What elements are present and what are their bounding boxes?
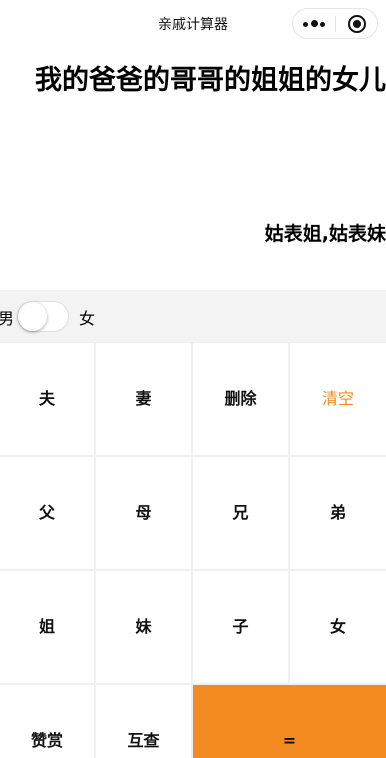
key-wife[interactable]: 妻 <box>96 343 191 455</box>
key-son[interactable]: 子 <box>193 571 288 683</box>
capsule-menu <box>292 8 378 39</box>
key-mother[interactable]: 母 <box>96 457 191 569</box>
capsule-divider <box>335 16 336 32</box>
key-younger-sister[interactable]: 妹 <box>96 571 191 683</box>
result-text: 姑表姐,姑表妹 <box>264 223 386 245</box>
key-elder-brother[interactable]: 兄 <box>193 457 288 569</box>
gender-toggle-knob <box>18 302 47 331</box>
key-equals[interactable]: = <box>193 685 386 758</box>
key-younger-brother[interactable]: 弟 <box>290 457 386 569</box>
expression-text: 我的爸爸的哥哥的姐姐的女儿 <box>35 65 386 96</box>
top-nav-bar: 亲戚计算器 <box>0 0 386 48</box>
key-father[interactable]: 父 <box>0 457 94 569</box>
gender-female-label: 女 <box>79 309 96 328</box>
app-page: 亲戚计算器 我的爸爸的哥哥的姐姐的女儿 姑表姐,姑表妹 男 女 夫 妻 删除 清… <box>0 0 386 758</box>
key-delete[interactable]: 删除 <box>193 343 288 455</box>
display-area: 我的爸爸的哥哥的姐姐的女儿 姑表姐,姑表妹 <box>0 48 386 290</box>
key-daughter[interactable]: 女 <box>290 571 386 683</box>
close-circle-icon[interactable] <box>348 15 366 33</box>
key-clear[interactable]: 清空 <box>290 343 386 455</box>
key-mutual[interactable]: 互查 <box>96 685 191 758</box>
key-husband[interactable]: 夫 <box>0 343 94 455</box>
more-dots-icon[interactable] <box>303 20 327 27</box>
key-elder-sister[interactable]: 姐 <box>0 571 94 683</box>
gender-male-label: 男 <box>0 309 15 328</box>
gender-bar: 男 女 <box>0 290 386 342</box>
key-reward[interactable]: 赞赏 <box>0 685 94 758</box>
gender-toggle[interactable] <box>17 301 69 332</box>
keypad: 夫 妻 删除 清空 父 母 兄 弟 姐 妹 子 女 赞赏 互查 = <box>0 342 386 758</box>
